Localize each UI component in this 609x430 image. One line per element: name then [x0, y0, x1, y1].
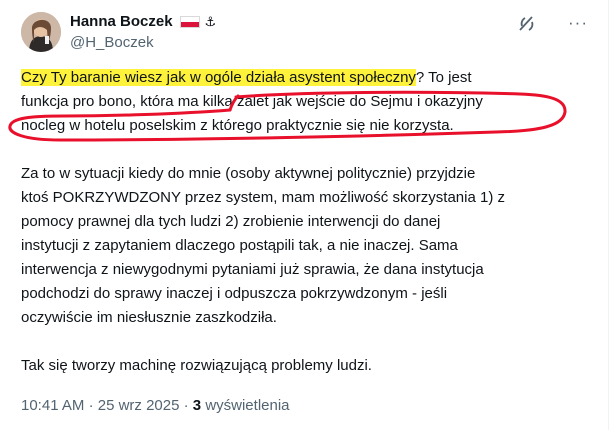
author-name[interactable]: Hanna Boczek: [70, 12, 173, 32]
grok-icon[interactable]: [517, 14, 537, 34]
text-line: nocleg w hotelu poselskim z którego prak…: [21, 117, 454, 134]
text-line: interwencja z niewygodnymi pytaniami już…: [21, 261, 484, 278]
author-handle[interactable]: @H_Boczek: [70, 33, 154, 53]
text-line: oczywiście im niesłusznie zaszkodziła.: [21, 309, 277, 326]
anchor-icon: ⚓: [204, 14, 217, 29]
tweet-text: Czy Ty baranie wiesz jak w ogóle działa …: [21, 66, 591, 378]
text-span: ? To jest: [415, 69, 472, 86]
author-row: Hanna Boczek ⚓: [70, 12, 216, 32]
text-line: ktoś POKRZYWDZONY przez system, mam możl…: [21, 189, 505, 206]
views-count: 3: [192, 397, 202, 414]
meta-separator: ·: [183, 397, 189, 414]
text-line: funkcja pro bono, która ma kilka zalet j…: [21, 93, 483, 110]
text-line: podchodzi do sprawy inaczej i odpuszcza …: [21, 285, 448, 302]
tweet-meta: 10:41 AM · 25 wrz 2025 · 3 wyświetlenia: [21, 396, 290, 416]
text-line: Czy Ty baranie wiesz jak w ogóle działa …: [21, 66, 591, 90]
avatar-photo: [21, 12, 61, 52]
post-time[interactable]: 10:41 AM: [21, 397, 84, 414]
avatar[interactable]: [21, 12, 61, 52]
more-options-icon[interactable]: ···: [567, 12, 589, 34]
text-line: Za to w sytuacji kiedy do mnie (osoby ak…: [21, 165, 476, 182]
poland-flag-icon: [179, 16, 200, 28]
post-date[interactable]: 25 wrz 2025: [98, 397, 180, 414]
meta-separator: ·: [88, 397, 94, 414]
text-line: Tak się tworzy machinę rozwiązującą prob…: [21, 357, 372, 374]
tweet-card: Hanna Boczek ⚓ @H_Boczek ··· Czy Ty bara…: [0, 0, 609, 430]
highlighted-text: Czy Ty baranie wiesz jak w ogóle działa …: [21, 69, 416, 86]
text-line: instytucji z zapytaniem dlaczego postąpi…: [21, 237, 458, 254]
grok-icon-svg: [519, 16, 534, 31]
views-label: wyświetlenia: [205, 397, 290, 414]
text-line: pomocy prawnej dla tych ludzi 2) zrobien…: [21, 213, 441, 230]
